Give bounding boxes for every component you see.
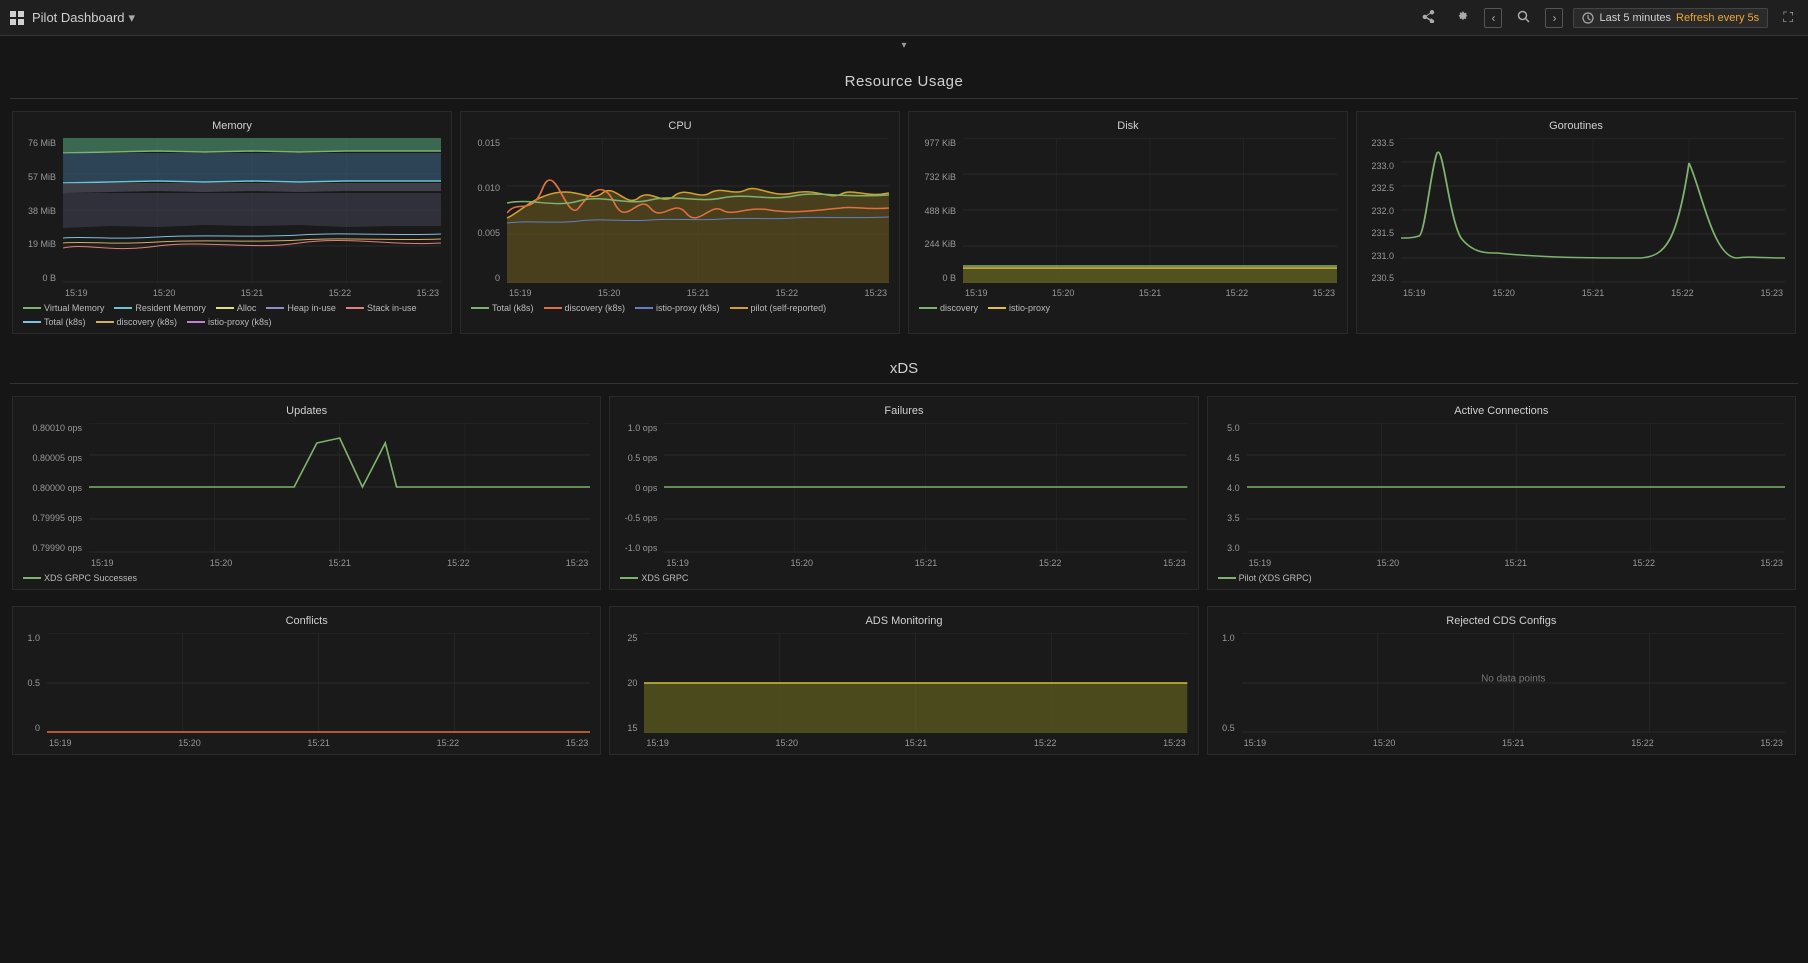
time-range-display[interactable]: Last 5 minutes Refresh every 5s xyxy=(1573,8,1768,28)
cpu-title: CPU xyxy=(471,120,889,132)
failures-xaxis: 15:1915:2015:2115:2215:23 xyxy=(664,558,1187,568)
goroutines-legend xyxy=(1367,303,1785,319)
xds-section-header: xDS xyxy=(0,346,1808,383)
failures-panel: Failures 1.0 ops 0.5 ops 0 ops -0.5 ops … xyxy=(609,396,1198,590)
resource-section-header: Resource Usage xyxy=(0,55,1808,98)
active-connections-title: Active Connections xyxy=(1218,405,1785,417)
fullscreen-button[interactable]: ⛶ xyxy=(1778,7,1798,28)
conflicts-title: Conflicts xyxy=(23,615,590,627)
mem-y1: 0 B xyxy=(23,273,56,283)
nav-next-button[interactable]: › xyxy=(1545,8,1563,28)
mem-y5: 76 MiB xyxy=(23,138,56,148)
share-button[interactable] xyxy=(1416,7,1440,28)
goroutines-panel: Goroutines 233.5 233.0 232.5 232.0 231.5… xyxy=(1356,111,1796,334)
nav-right: ‹ › Last 5 minutes Refresh every 5s ⛶ xyxy=(1416,7,1798,28)
conflicts-chart-svg xyxy=(47,633,590,733)
resource-divider xyxy=(10,98,1798,99)
updates-title: Updates xyxy=(23,405,590,417)
memory-xaxis: 15:1915:2015:2115:2215:23 xyxy=(63,288,441,298)
memory-title: Memory xyxy=(23,120,441,132)
failures-title: Failures xyxy=(620,405,1187,417)
main-content: ▾ Resource Usage Memory 76 MiB 57 MiB 38… xyxy=(0,36,1808,767)
failures-chart-svg xyxy=(664,423,1187,553)
xds-divider xyxy=(10,383,1798,384)
xds-charts-row2: Conflicts 1.0 0.5 0 xyxy=(0,602,1808,767)
title-dropdown-arrow[interactable]: ▾ xyxy=(129,10,136,26)
disk-legend: discovery istio-proxy xyxy=(919,303,1337,313)
memory-legend: Virtual Memory Resident Memory Alloc Hea… xyxy=(23,303,441,327)
disk-chart-svg xyxy=(963,138,1337,283)
dashboard-title-text: Pilot Dashboard xyxy=(32,10,125,25)
goroutines-chart-svg xyxy=(1401,138,1785,283)
goroutines-title: Goroutines xyxy=(1367,120,1785,132)
goroutines-xaxis: 15:1915:2015:2115:2215:23 xyxy=(1401,288,1785,298)
ads-monitoring-panel: ADS Monitoring 25 20 15 xyxy=(609,606,1198,755)
top-navigation: Pilot Dashboard ▾ ‹ › Last 5 minutes Ref… xyxy=(0,0,1808,36)
rejected-cds-panel: Rejected CDS Configs 1.0 0.5 No data xyxy=(1207,606,1796,755)
mem-y4: 57 MiB xyxy=(23,172,56,182)
updates-legend: XDS GRPC Successes xyxy=(23,573,590,583)
mem-y3: 38 MiB xyxy=(23,206,56,216)
resource-section-title: Resource Usage xyxy=(845,73,964,90)
ads-xaxis: 15:1915:2015:2115:2215:23 xyxy=(644,738,1187,748)
nav-left: Pilot Dashboard ▾ xyxy=(10,10,135,26)
disk-panel: Disk 977 KiB 732 KiB 488 KiB 244 KiB 0 B xyxy=(908,111,1348,334)
app-logo-icon xyxy=(10,11,24,25)
active-conn-xaxis: 15:1915:2015:2115:2215:23 xyxy=(1247,558,1785,568)
xds-charts-row1: Updates 0.80010 ops 0.80005 ops 0.80000 … xyxy=(0,392,1808,602)
conflicts-xaxis: 15:1915:2015:2115:2215:23 xyxy=(47,738,590,748)
refresh-text: Refresh every 5s xyxy=(1676,12,1759,24)
updates-chart-svg xyxy=(89,423,590,553)
time-range-text: Last 5 minutes xyxy=(1599,12,1671,24)
collapse-arrow[interactable]: ▾ xyxy=(0,36,1808,55)
disk-xaxis: 15:1915:2015:2115:2215:23 xyxy=(963,288,1337,298)
clock-icon xyxy=(1582,12,1594,24)
search-button[interactable] xyxy=(1512,8,1535,28)
conflicts-panel: Conflicts 1.0 0.5 0 xyxy=(12,606,601,755)
failures-legend: XDS GRPC xyxy=(620,573,1187,583)
nav-prev-button[interactable]: ‹ xyxy=(1484,8,1502,28)
rejected-cds-title: Rejected CDS Configs xyxy=(1218,615,1785,627)
cpu-panel: CPU 0.015 0.010 0.005 0 xyxy=(460,111,900,334)
no-data-label: No data points xyxy=(1481,674,1546,685)
ads-chart-svg xyxy=(644,633,1187,733)
active-conn-legend: Pilot (XDS GRPC) xyxy=(1218,573,1785,583)
active-conn-chart-svg xyxy=(1247,423,1785,553)
cpu-xaxis: 15:1915:2015:2115:2215:23 xyxy=(507,288,889,298)
mem-y2: 19 MiB xyxy=(23,239,56,249)
xds-section-title: xDS xyxy=(890,360,918,377)
rejected-cds-xaxis: 15:1915:2015:2115:2215:23 xyxy=(1242,738,1785,748)
memory-chart-svg xyxy=(63,138,441,283)
memory-panel: Memory 76 MiB 57 MiB 38 MiB 19 MiB 0 B xyxy=(12,111,452,334)
settings-button[interactable] xyxy=(1450,7,1474,28)
active-connections-panel: Active Connections 5.0 4.5 4.0 3.5 3.0 xyxy=(1207,396,1796,590)
updates-panel: Updates 0.80010 ops 0.80005 ops 0.80000 … xyxy=(12,396,601,590)
updates-xaxis: 15:1915:2015:2115:2215:23 xyxy=(89,558,590,568)
resource-charts-row: Memory 76 MiB 57 MiB 38 MiB 19 MiB 0 B xyxy=(0,107,1808,346)
disk-title: Disk xyxy=(919,120,1337,132)
cpu-legend: Total (k8s) discovery (k8s) istio-proxy … xyxy=(471,303,889,313)
cpu-chart-svg xyxy=(507,138,889,283)
dashboard-title[interactable]: Pilot Dashboard ▾ xyxy=(32,10,135,26)
ads-monitoring-title: ADS Monitoring xyxy=(620,615,1187,627)
